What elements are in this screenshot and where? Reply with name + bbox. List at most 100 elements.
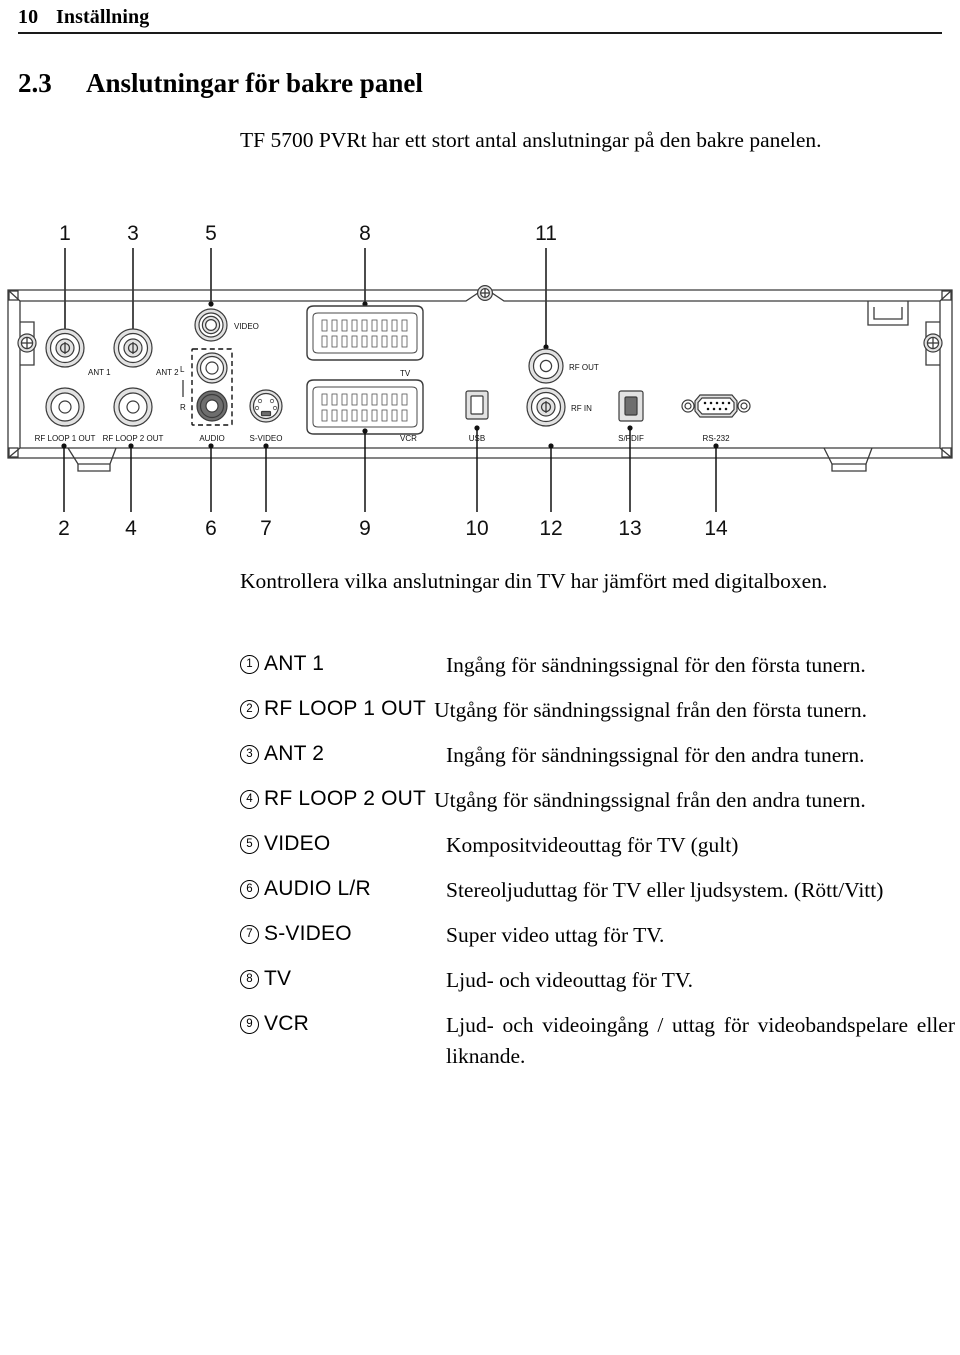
chapter-title: Inställning [56, 6, 150, 28]
connector-item: 8 TV Ljud- och videouttag för TV. [240, 965, 955, 996]
connector-term: VIDEO [264, 832, 331, 855]
connector-term: RF LOOP 2 OUT [264, 787, 427, 810]
callout-11: 11 [535, 222, 557, 245]
port-video: VIDEO [194, 308, 259, 342]
callout-1: 1 [59, 222, 71, 245]
callout-7: 7 [260, 517, 272, 540]
port-label-audio: AUDIO [199, 434, 224, 443]
port-s-video: S-VIDEO [249, 389, 283, 443]
port-label-rf-loop-2-out: RF LOOP 2 OUT [103, 434, 164, 443]
connector-item: 1 ANT 1 Ingång för sändningssignal för den… [240, 650, 955, 681]
callout-10: 10 [465, 517, 488, 540]
connector-marker: 4 RF LOOP 2 OUT [240, 785, 434, 813]
connector-number-badge: 8 [240, 970, 259, 989]
port-label-rs232: RS-232 [702, 434, 730, 443]
callout-6: 6 [205, 517, 217, 540]
connector-term: VCR [264, 1012, 309, 1035]
connector-definition-list: 1 ANT 1 Ingång för sändningssignal för den… [240, 650, 955, 1086]
port-label-rf-out: RF OUT [569, 363, 599, 372]
port-label-vcr: VCR [400, 434, 417, 443]
port-scart-tv: TV [306, 305, 424, 378]
connector-number-badge: 1 [240, 655, 259, 674]
connector-item: 4 RF LOOP 2 OUT Utgång för sändningssignal… [240, 785, 955, 816]
intro-paragraph: TF 5700 PVRt har ett stort antal anslutn… [240, 128, 822, 152]
section-heading: 2.3 Anslutningar för bakre panel [18, 68, 423, 99]
connector-term: ANT 2 [264, 742, 325, 765]
page-header: 10 Inställning [18, 6, 942, 34]
connector-item: 5 VIDEO Kompositvideouttag för TV (gult) [240, 830, 955, 861]
rear-panel-illustration: .ln { fill:none; stroke:#3b3b3b; stroke-… [7, 222, 953, 540]
rear-panel-diagram: .ln { fill:none; stroke:#3b3b3b; stroke-… [0, 215, 960, 540]
callout-5: 5 [205, 222, 217, 245]
chassis-foot-left [67, 447, 117, 472]
callout-3: 3 [127, 222, 139, 245]
connector-number-badge: 4 [240, 790, 259, 809]
chassis-foot-right [823, 447, 873, 472]
port-rf-in: RF IN [526, 387, 592, 427]
connector-description: Super video uttag för TV. [446, 923, 665, 947]
connector-description: Utgång för sändningssignal från den förs… [434, 698, 867, 722]
connector-number-badge: 6 [240, 880, 259, 899]
connector-term: RF LOOP 1 OUT [264, 697, 427, 720]
header-rule [18, 32, 942, 34]
callout-4: 4 [125, 517, 137, 540]
connector-item: 9 VCR Ljud- och videoingång / uttag för vi… [240, 1010, 955, 1072]
connector-number-badge: 9 [240, 1015, 259, 1034]
connector-item: 7 S-VIDEO Super video uttag för TV. [240, 920, 955, 951]
port-spdif: S/PDIF [618, 390, 644, 443]
port-rf-loop-2-out: RF LOOP 2 OUT [103, 387, 164, 443]
port-rf-out: RF OUT [528, 348, 599, 384]
connector-description: Stereoljuduttag för TV eller ljudsystem.… [446, 878, 884, 902]
connector-marker: 2 RF LOOP 1 OUT [240, 695, 434, 723]
port-label-audio-right: R [180, 403, 186, 412]
connector-marker: 7 S-VIDEO [240, 920, 446, 948]
connector-description: Utgång för sändningssignal från den andr… [434, 788, 866, 812]
connector-description: Ljud- och videouttag för TV. [446, 968, 694, 992]
callout-8: 8 [359, 222, 371, 245]
ground-screw-left [17, 333, 37, 353]
chassis-outline [7, 289, 953, 459]
connector-number-badge: 5 [240, 835, 259, 854]
connector-marker: 3 ANT 2 [240, 740, 446, 768]
callout-2: 2 [58, 517, 70, 540]
connector-marker: 6 AUDIO L/R [240, 875, 446, 903]
connector-description: Ljud- och videoingång / uttag för videob… [446, 1013, 955, 1068]
ground-screw-right [923, 333, 943, 353]
connector-number-badge: 7 [240, 925, 259, 944]
section-number: 2.3 [18, 68, 52, 98]
port-audio-left [196, 352, 228, 384]
callout-12: 12 [539, 517, 562, 540]
connector-marker: 9 VCR [240, 1010, 446, 1038]
connector-number-badge: 2 [240, 700, 259, 719]
connector-description: Kompositvideouttag för TV (gult) [446, 833, 739, 857]
port-rf-loop-1-out: RF LOOP 1 OUT [35, 387, 96, 443]
header-row: 10 Inställning [18, 6, 942, 29]
port-rs232: RS-232 [681, 394, 751, 443]
connector-marker: 1 ANT 1 [240, 650, 446, 678]
port-ant-1: ANT 1 [45, 328, 111, 377]
connector-term: AUDIO L/R [264, 877, 371, 900]
callout-14: 14 [704, 517, 728, 540]
connector-marker: 8 TV [240, 965, 446, 993]
connector-term: TV [264, 967, 292, 990]
port-label-ant-2: ANT 2 [156, 368, 179, 377]
connector-description: Ingång för sändningssignal för den andra… [446, 743, 865, 767]
port-label-tv: TV [400, 369, 411, 378]
port-audio-right [196, 390, 228, 422]
connector-item: 6 AUDIO L/R Stereoljuduttag för TV eller l… [240, 875, 955, 906]
connector-marker: 5 VIDEO [240, 830, 446, 858]
port-ant-2: ANT 2 [113, 328, 179, 377]
connector-term: S-VIDEO [264, 922, 352, 945]
port-label-rf-loop-1-out: RF LOOP 1 OUT [35, 434, 96, 443]
page-number: 10 [18, 6, 39, 28]
port-label-spdif: S/PDIF [618, 434, 644, 443]
connector-item: 2 RF LOOP 1 OUT Utgång för sändningssignal… [240, 695, 955, 726]
rear-vent-tab [867, 301, 909, 326]
ground-screw-top-center [477, 284, 494, 301]
connector-number-badge: 3 [240, 745, 259, 764]
port-label-video: VIDEO [234, 322, 259, 331]
connector-description: Ingång för sändningssignal för den först… [446, 653, 866, 677]
section-title: Anslutningar för bakre panel [86, 68, 423, 98]
connector-term: ANT 1 [264, 652, 325, 675]
port-label-ant-1: ANT 1 [88, 368, 111, 377]
